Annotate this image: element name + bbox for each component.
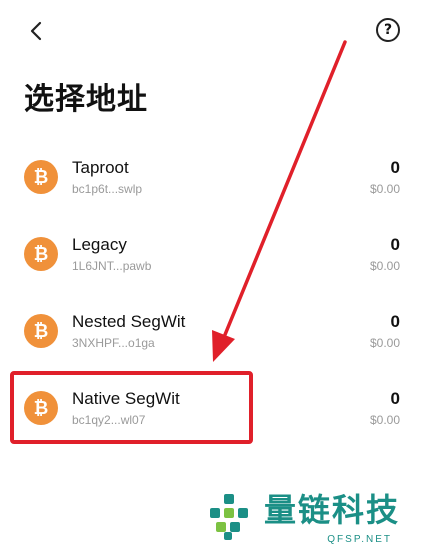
svg-text:₿: ₿: [34, 398, 49, 418]
help-button[interactable]: ?: [376, 18, 400, 42]
address-type-label: Legacy: [72, 235, 127, 254]
fiat-value: $0.00: [369, 336, 400, 350]
address-value: bc1p6t...swlp: [72, 182, 143, 196]
chevron-left-icon: [30, 21, 42, 41]
bitcoin-icon: ₿: [24, 391, 58, 425]
bitcoin-icon: ₿: [24, 160, 58, 194]
address-value: bc1qy2...wl07: [72, 413, 146, 427]
fiat-value: $0.00: [369, 182, 400, 196]
bitcoin-icon: ₿: [24, 314, 58, 348]
address-type-label: Taproot: [72, 158, 129, 177]
page-title: 选择地址: [24, 82, 148, 117]
question-circle-icon: ?: [383, 22, 393, 38]
svg-text:₿: ₿: [34, 167, 49, 187]
address-type-label: Native SegWit: [72, 389, 180, 408]
watermark: 量链科技 QFSP.NET: [206, 490, 416, 546]
address-row-native-segwit[interactable]: ₿ Native SegWit bc1qy2...wl07 0 $0.00: [0, 371, 426, 447]
fiat-value: $0.00: [369, 413, 400, 427]
watermark-logo-icon: [210, 494, 248, 540]
svg-text:₿: ₿: [34, 321, 49, 341]
balance-value: 0: [390, 235, 400, 254]
fiat-value: $0.00: [369, 259, 400, 273]
balance-value: 0: [390, 158, 400, 177]
balance-value: 0: [390, 389, 400, 408]
address-row-legacy[interactable]: ₿ Legacy 1L6JNT...pawb 0 $0.00: [0, 217, 426, 293]
balance-value: 0: [390, 312, 400, 331]
bitcoin-icon: ₿: [24, 237, 58, 271]
top-bar: ?: [0, 0, 426, 60]
watermark-subtext: QFSP.NET: [327, 534, 392, 545]
back-button[interactable]: [22, 16, 52, 46]
svg-text:₿: ₿: [34, 244, 49, 264]
address-row-taproot[interactable]: ₿ Taproot bc1p6t...swlp 0 $0.00: [0, 140, 426, 216]
watermark-text: 量链科技: [264, 491, 401, 529]
address-value: 3NXHPF...o1ga: [72, 336, 155, 350]
address-type-label: Nested SegWit: [72, 312, 186, 331]
address-value: 1L6JNT...pawb: [72, 259, 152, 273]
address-row-nested-segwit[interactable]: ₿ Nested SegWit 3NXHPF...o1ga 0 $0.00: [0, 294, 426, 370]
